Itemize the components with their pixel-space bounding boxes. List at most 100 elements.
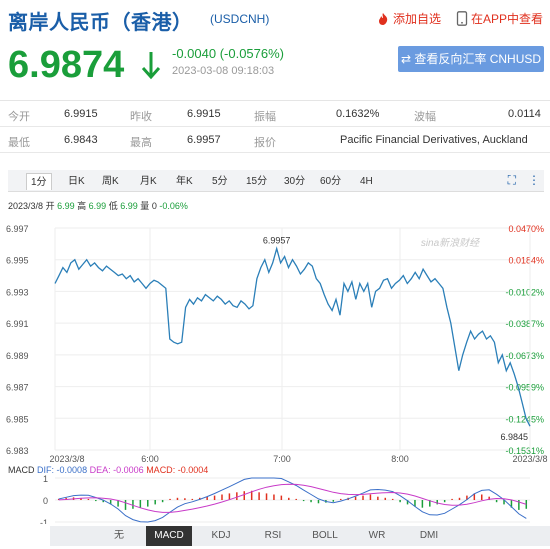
macd-value: -0.0004 (177, 465, 209, 475)
tab-5min[interactable]: 5分 (208, 173, 232, 190)
info-date: 2023/3/8 (8, 201, 44, 211)
stat-value: 6.9843 (64, 134, 98, 146)
watermark: sina新浪财经 (421, 237, 480, 249)
y-tick-label: 6.993 (6, 287, 29, 297)
x-tick-label: 7:00 (273, 454, 291, 463)
macd-tick-label: -1 (40, 518, 48, 524)
info-open: 6.99 (57, 201, 75, 211)
tab-30min[interactable]: 30分 (280, 173, 309, 190)
reverse-rate-button[interactable]: ⇄ 查看反向汇率 CNHUSD (398, 46, 544, 72)
fire-icon (379, 12, 388, 25)
tab-15min[interactable]: 15分 (242, 173, 271, 190)
y-tick-label: 6.989 (6, 351, 29, 361)
high-marker-label: 6.9957 (263, 236, 291, 246)
tab-4h[interactable]: 4H (356, 173, 377, 190)
add-favorite-label: 添加自选 (393, 12, 442, 26)
info-volume: 0 (151, 201, 157, 211)
y-tick-label: 6.987 (6, 383, 29, 393)
x-tick-label: 6:00 (141, 454, 159, 463)
quote-row: 6.9874 -0.0040 (-0.0576%) 2023-03-08 09:… (0, 40, 550, 90)
info-open-label: 开 (45, 201, 55, 211)
last-price-label: 6.9845 (500, 432, 528, 442)
phone-icon (456, 11, 468, 26)
stat-label: 报价 (254, 137, 276, 149)
header: 离岸人民币（香港） (USDCNH) 添加自选 在APP中查看 (0, 0, 550, 36)
y-right-tick-label: 0.0184% (508, 256, 544, 266)
more-options-icon[interactable]: ⋮ (528, 173, 540, 188)
macd-dif-label: DIF (37, 465, 52, 475)
tab-macd[interactable]: MACD (146, 526, 192, 546)
tab-week[interactable]: 周K (98, 173, 123, 190)
fullscreen-icon[interactable]: ⛶ (508, 173, 516, 188)
info-high-label: 高 (77, 201, 87, 211)
price-change: -0.0040 (-0.0576%) (172, 46, 285, 61)
y-right-tick-label: -0.0959% (505, 383, 544, 393)
indicator-tabs: 无 MACD KDJ RSI BOLL WR DMI (50, 526, 550, 546)
y-right-tick-label: -0.0102% (505, 287, 544, 297)
macd-value-label: MACD (146, 465, 173, 475)
tab-kdj[interactable]: KDJ (198, 526, 244, 546)
tab-1min[interactable]: 1分 (26, 173, 52, 190)
reverse-rate-label: 查看反向汇率 CNHUSD (414, 52, 542, 66)
symbol-code: (USDCNH) (210, 12, 270, 26)
info-low: 6.99 (120, 201, 138, 211)
macd-dif: -0.0008 (56, 465, 88, 475)
stat-value: Pacific Financial Derivatives, Auckland (340, 134, 528, 146)
y-right-tick-label: -0.0673% (505, 351, 544, 361)
tab-rsi[interactable]: RSI (250, 526, 296, 546)
x-tick-label: 8:00 (391, 454, 409, 463)
y-tick-label: 6.983 (6, 446, 29, 456)
quote-time: 2023-03-08 09:18:03 (172, 65, 275, 77)
info-pct: -0.06% (159, 201, 188, 211)
tab-boll[interactable]: BOLL (302, 526, 348, 546)
x-tick-label: 2023/3/8 (49, 454, 84, 463)
stat-label: 最高 (130, 137, 152, 149)
tab-dmi[interactable]: DMI (406, 526, 452, 546)
tab-none[interactable]: 无 (96, 526, 142, 546)
tab-wr[interactable]: WR (354, 526, 400, 546)
macd-title: MACD (8, 465, 35, 475)
stats-row: 最低 6.9843 最高 6.9957 报价 Pacific Financial… (0, 127, 550, 153)
stat-value: 6.9915 (64, 108, 98, 120)
stat-label: 昨收 (130, 111, 152, 123)
macd-dea: -0.0006 (113, 465, 144, 475)
swap-icon: ⇄ (400, 52, 415, 66)
tab-year[interactable]: 年K (172, 173, 197, 190)
price-chart[interactable]: 6.997 6.995 6.993 6.991 6.989 6.987 6.985 6.983… (0, 218, 550, 463)
chart-period-tabs: 1分 日K 周K 月K 年K 5分 15分 30分 60分 4H ⛶ ⋮ (8, 170, 544, 192)
stat-value: 6.9957 (187, 134, 221, 146)
x-tick-label: 2023/3/8 (512, 454, 547, 463)
info-high: 6.99 (88, 201, 107, 211)
price-line (54, 246, 531, 427)
view-in-app-button[interactable]: 在APP中查看 (456, 10, 543, 27)
macd-legend: MACD DIF: -0.0008 DEA: -0.0006 MACD: -0.… (8, 465, 209, 475)
y-tick-label: 6.997 (6, 224, 29, 234)
y-right-tick-label: 0.0470% (508, 224, 544, 234)
info-low-label: 低 (108, 201, 118, 211)
stat-label: 波幅 (414, 111, 436, 123)
stat-label: 振幅 (254, 111, 276, 123)
tab-month[interactable]: 月K (136, 173, 161, 190)
macd-tick-label: 1 (43, 474, 48, 484)
macd-tick-label: 0 (43, 496, 48, 506)
info-volume-label: 量 (140, 201, 150, 211)
stat-value: 6.9915 (187, 108, 221, 120)
macd-dea-line (58, 483, 527, 513)
y-tick-label: 6.995 (6, 256, 29, 266)
ohlc-info-line: 2023/3/8 开 6.99 高 6.99 低 6.99 量 0 -0.06% (8, 199, 188, 212)
stat-value: 0.0114 (508, 108, 541, 120)
stats-row: 今开 6.9915 昨收 6.9915 振幅 0.1632% 波幅 0.0114 (0, 101, 550, 127)
stat-value: 0.1632% (336, 108, 380, 120)
tab-60min[interactable]: 60分 (316, 173, 345, 190)
stat-label: 今开 (8, 111, 30, 123)
down-arrow-icon (141, 52, 161, 80)
page-title: 离岸人民币（香港） (8, 12, 193, 34)
current-price: 6.9874 (8, 44, 125, 86)
tab-day[interactable]: 日K (64, 173, 89, 190)
y-tick-label: 6.991 (6, 319, 29, 329)
add-favorite-button[interactable]: 添加自选 (376, 10, 441, 27)
stat-label: 最低 (8, 137, 30, 149)
macd-dea-label: DEA (89, 465, 109, 475)
stats-table: 今开 6.9915 昨收 6.9915 振幅 0.1632% 波幅 0.0114… (0, 100, 550, 153)
y-tick-label: 6.985 (6, 414, 29, 424)
